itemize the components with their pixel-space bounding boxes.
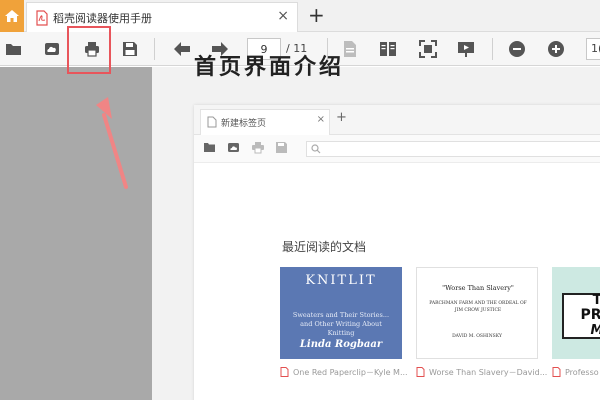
toolbar-separator	[154, 38, 155, 60]
embedded-tab-bar: 新建标签页 × +	[194, 105, 600, 135]
recent-documents-label: 最近阅读的文档	[282, 240, 367, 254]
book-caption: One Red Paperclip－Kyle M...	[280, 367, 408, 378]
folder-open-icon	[6, 44, 21, 55]
zoom-out-button[interactable]	[505, 37, 529, 61]
open-button[interactable]	[2, 37, 26, 61]
save-icon	[276, 142, 287, 153]
embedded-new-tab: +	[336, 110, 347, 125]
embedded-search-box	[306, 141, 600, 157]
home-icon	[5, 10, 19, 22]
embedded-screenshot: 新建标签页 × + 最近阅读的文档 KNITLIT Sweaters and T…	[194, 105, 600, 400]
tab-title: 稻壳阅读器使用手册	[53, 12, 152, 25]
double-page-icon	[380, 42, 396, 56]
pdf-icon	[552, 367, 561, 377]
zoom-in-button[interactable]	[544, 37, 568, 61]
cover-title: KNITLIT	[305, 273, 377, 288]
previous-button[interactable]	[170, 37, 194, 61]
book-cover-knitlit: KNITLIT Sweaters and Their Stories... an…	[280, 267, 402, 359]
book-caption-text: Worse Than Slavery－David...	[429, 368, 548, 377]
book-caption: Professo	[552, 367, 599, 377]
cover-line: M	[564, 323, 600, 338]
toolbar-separator	[492, 38, 493, 60]
embedded-tab-title: 新建标签页	[221, 119, 267, 129]
presentation-button[interactable]	[454, 37, 478, 61]
zoom-out-icon	[509, 41, 525, 57]
embedded-tab: 新建标签页 ×	[200, 109, 330, 135]
arrow-left-icon	[174, 42, 190, 56]
cover-author: DAVID M. OSHINSKY	[452, 334, 502, 339]
document-heading: 首页界面介绍	[194, 54, 345, 80]
book-caption-text: One Red Paperclip－Kyle M...	[293, 368, 408, 377]
cloud-button[interactable]	[40, 37, 64, 61]
double-page-button[interactable]	[376, 37, 400, 61]
book-caption-text: Professo	[565, 368, 599, 377]
save-icon	[123, 42, 137, 56]
cover-subtitle: Sweaters and Their Stories... and Other …	[292, 311, 390, 337]
cover-line: PRO	[580, 307, 600, 323]
cover-text-box: T PRO M	[562, 293, 600, 339]
pdf-icon	[36, 10, 48, 26]
cloud-icon	[45, 43, 59, 55]
cloud-icon	[228, 143, 239, 152]
printer-icon	[252, 142, 264, 154]
pdf-icon	[416, 367, 425, 377]
cover-subtitle: PARCHMAN FARM AND THE ORDEAL OF JIM CROW…	[429, 301, 527, 313]
tab-close-button[interactable]: ×	[277, 8, 289, 24]
annotation-arrow	[96, 97, 128, 189]
zoom-input[interactable]: 1(	[586, 38, 600, 60]
zoom-in-icon	[548, 41, 564, 57]
save-button[interactable]	[118, 37, 142, 61]
search-icon	[311, 144, 321, 154]
print-highlight-box	[67, 26, 111, 74]
left-panel	[0, 67, 152, 400]
book-caption: Worse Than Slavery－David...	[416, 367, 547, 378]
document-icon	[207, 116, 217, 128]
presentation-icon	[458, 42, 474, 57]
cover-line: T	[592, 293, 600, 308]
fit-screen-icon	[419, 40, 437, 58]
folder-open-icon	[204, 143, 215, 152]
fit-screen-button[interactable]	[416, 37, 440, 61]
book-cover-worse-than-slavery: "Worse Than Slavery" PARCHMAN FARM AND T…	[416, 267, 538, 359]
cover-title: "Worse Than Slavery"	[442, 284, 514, 292]
document-view[interactable]: 首页界面介绍 新建标签页 × + 最近阅读的文档 KNITLIT Sweater…	[152, 54, 600, 400]
embedded-toolbar	[194, 135, 600, 163]
single-page-icon	[344, 41, 356, 57]
cover-author: Linda Rogbaar	[299, 339, 383, 350]
embedded-tab-close: ×	[316, 114, 325, 125]
pdf-icon	[280, 367, 289, 377]
new-tab-button[interactable]: +	[308, 3, 325, 27]
book-cover-professor: T PRO M	[552, 267, 600, 359]
home-button[interactable]	[0, 0, 24, 32]
